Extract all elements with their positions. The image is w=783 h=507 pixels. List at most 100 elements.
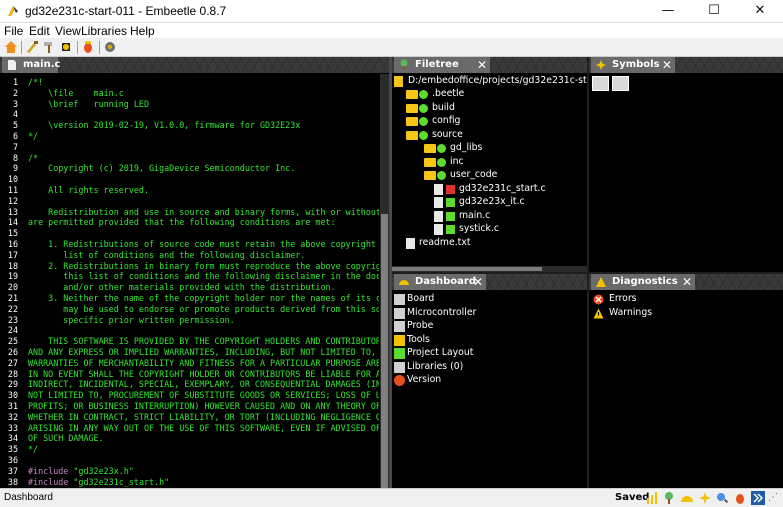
debug-bug-icon[interactable] [81, 40, 95, 54]
code-text: AND ANY EXPRESS OR IMPLIED WARRANTIES, I… [28, 347, 379, 357]
scrollbar-thumb[interactable] [392, 267, 542, 271]
scrollbar-thumb[interactable] [381, 214, 388, 488]
code-area[interactable]: 1 /*! 2 \file main.c 3 \brief running LED 4 5… [0, 74, 379, 488]
dashboard-item-label: Microcontroller [407, 306, 477, 318]
line-number: 21 [7, 293, 18, 303]
filetree-panel: Filetree ✕ D:/embedoffice/projects/gd32e… [392, 57, 587, 272]
line-number: 6 [12, 131, 18, 141]
line-number: 29 [7, 379, 18, 390]
code-text: #include "gd32e23x.h" [28, 466, 134, 476]
close-icon[interactable]: ✕ [477, 57, 487, 73]
tree-item-label: main.c [459, 209, 491, 221]
line-number: 25 [7, 336, 18, 347]
line-number: 14 [7, 217, 18, 228]
clean-icon[interactable] [25, 40, 39, 54]
warnings-label: Warnings [609, 307, 653, 318]
tools-gear-icon[interactable] [103, 40, 117, 54]
close-icon[interactable]: ✕ [473, 274, 483, 290]
filetree-icon[interactable] [662, 491, 676, 505]
probe-icon [394, 321, 405, 332]
line-number: 10 [7, 174, 18, 185]
code-text: 1. Redistributions of source code must r… [28, 239, 379, 249]
code-text: 2. Redistributions in binary form must r… [28, 260, 379, 271]
line-number: 27 [7, 357, 18, 368]
close-window-button[interactable]: ✕ [737, 0, 783, 23]
code-text: All rights reserved. [28, 185, 150, 195]
status-dot-icon [419, 130, 428, 140]
tab-diagnostics[interactable]: Diagnostics ✕ [591, 274, 695, 290]
status-dot-icon [437, 157, 446, 167]
minimize-button[interactable]: — [645, 0, 691, 23]
close-icon[interactable]: ✕ [682, 274, 692, 290]
tab-filetree[interactable]: Filetree ✕ [394, 57, 490, 73]
code-text: \version 2019-02-19, V1.0.0, firmware fo… [28, 120, 301, 131]
line-number: 28 [7, 368, 18, 379]
home-icon[interactable] [4, 40, 18, 54]
menu-edit[interactable]: Edit [29, 24, 50, 38]
line-number: 32 [7, 411, 18, 422]
symbols-clear-button[interactable] [612, 76, 629, 91]
close-icon[interactable]: ✕ [662, 57, 672, 73]
diagnostics-tab-strip: Diagnostics ✕ [589, 274, 783, 290]
tab-dashboard[interactable]: Dashboard ✕ [394, 274, 486, 290]
forward-icon[interactable] [751, 491, 765, 505]
tree-item-label: config [432, 115, 461, 126]
chart-icon[interactable] [645, 491, 659, 505]
file-icon [434, 197, 443, 208]
maximize-button[interactable]: ☐ [691, 0, 737, 23]
code-text: \file main.c [28, 87, 124, 98]
menu-view[interactable]: View [55, 24, 81, 38]
tab-label: Dashboard [415, 276, 476, 287]
folder-icon [406, 90, 418, 99]
board-icon [394, 294, 405, 305]
line-number: 33 [7, 422, 18, 433]
menu-file[interactable]: File [4, 24, 23, 38]
file-icon [434, 183, 443, 195]
status-bar: Dashboard Saved ⋰ [0, 488, 783, 507]
code-text: WARRANTIES OF MERCHANTABILITY AND FITNES… [28, 357, 379, 368]
filetree-horizontal-scrollbar[interactable] [392, 266, 587, 272]
code-text: /*! [28, 77, 44, 87]
line-number: 38 [7, 476, 18, 487]
status-dot-icon [437, 144, 446, 153]
error-icon [593, 294, 604, 305]
line-number: 1 [12, 77, 18, 87]
folder-icon [406, 130, 418, 140]
tab-symbols[interactable]: Symbols ✕ [591, 57, 675, 73]
code-text: */ [28, 131, 39, 141]
tree-item-label: inc [450, 155, 464, 167]
menu-libraries[interactable]: Libraries [81, 24, 127, 38]
preprocessor-keyword: #include [28, 476, 69, 487]
tree-item-label: systick.c [459, 223, 499, 234]
microcontroller-icon [394, 307, 405, 319]
resize-grip-icon[interactable]: ⋰ [768, 492, 778, 503]
line-number: 19 [7, 271, 18, 282]
dashboard-gauge-icon[interactable] [680, 491, 694, 505]
editor-vertical-scrollbar[interactable] [380, 74, 389, 488]
symbols-refresh-button[interactable] [592, 76, 609, 91]
debug-bug-icon[interactable] [733, 491, 747, 505]
tab-label: main.c [23, 59, 61, 70]
preprocessor-keyword: #include [28, 465, 69, 476]
title-bar: gd32e231c-start-011 - Embeetle 0.8.7 — ☐… [0, 0, 783, 23]
file-icon [406, 237, 415, 249]
folder-icon [424, 144, 436, 153]
line-number: 31 [7, 401, 18, 411]
search-icon[interactable] [715, 491, 729, 505]
editor-panel: main.c 1 /*! 2 \file main.c 3 \brief runnin… [0, 57, 389, 488]
build-hammer-icon[interactable] [42, 40, 56, 54]
project-layout-icon [394, 348, 405, 359]
dashboard-item-label: Version [407, 374, 442, 385]
status-dot-icon [419, 103, 428, 113]
flash-chip-icon[interactable] [59, 40, 73, 54]
symbols-icon[interactable] [698, 491, 712, 505]
include-status-icon [446, 184, 455, 194]
version-icon [394, 375, 405, 386]
include-status-icon [446, 198, 455, 207]
tab-main-c[interactable]: main.c [2, 57, 61, 73]
menu-help[interactable]: Help [130, 24, 155, 38]
status-dot-icon [419, 117, 428, 126]
symbols-icon [596, 60, 606, 70]
include-status-icon [446, 225, 455, 234]
line-number: 15 [7, 228, 18, 239]
